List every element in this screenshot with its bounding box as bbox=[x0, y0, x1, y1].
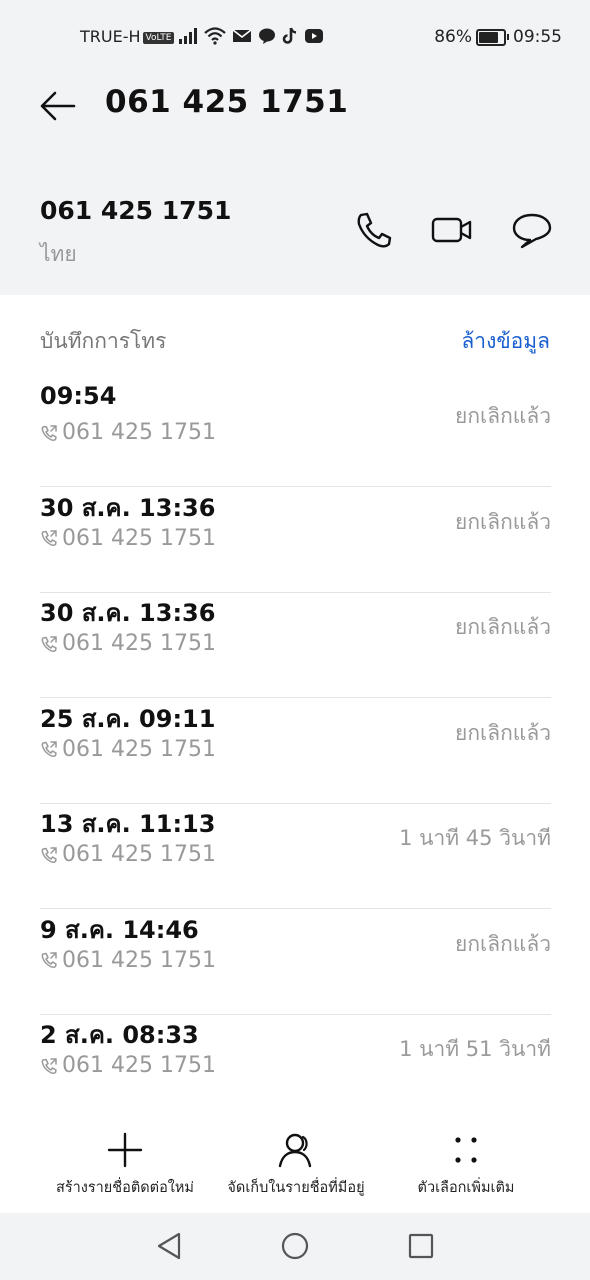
call-time: 13 ส.ค. 11:13 bbox=[40, 810, 216, 838]
call-time: 9 ส.ค. 14:46 bbox=[40, 915, 199, 944]
plus-icon bbox=[107, 1132, 143, 1168]
youtube-icon bbox=[305, 29, 323, 43]
carrier-name: TRUE-H bbox=[80, 27, 141, 46]
system-navigation-bar bbox=[0, 1213, 590, 1280]
call-status: ยกเลิกแล้ว bbox=[455, 509, 551, 534]
battery-percent: 86% bbox=[434, 27, 472, 47]
call-number-text: 061 425 1751 bbox=[62, 842, 216, 867]
call-status: ยกเลิกแล้ว bbox=[455, 404, 551, 428]
call-time: 09:54 bbox=[40, 382, 117, 410]
tiktok-icon bbox=[282, 27, 297, 44]
save-to-existing-button[interactable]: จัดเก็บในรายชื่อที่มีอยู่ bbox=[218, 1132, 374, 1199]
call-log-entry[interactable]: 25 ส.ค. 09:11 061 425 1751 ยกเลิกแล้ว bbox=[40, 699, 551, 804]
nav-recents-icon[interactable] bbox=[407, 1232, 435, 1260]
volte-badge: VoLTE bbox=[142, 32, 175, 44]
call-number: 061 425 1751 bbox=[40, 842, 216, 867]
more-options-button[interactable]: ตัวเลือกเพิ่มเติม bbox=[408, 1132, 524, 1199]
call-number: 061 425 1751 bbox=[40, 737, 216, 762]
outgoing-call-icon bbox=[41, 424, 57, 441]
call-number: 061 425 1751 bbox=[40, 420, 216, 445]
call-number-text: 061 425 1751 bbox=[62, 420, 216, 445]
nav-home-icon[interactable] bbox=[280, 1231, 310, 1261]
call-log-entry[interactable]: 13 ส.ค. 11:13 061 425 1751 1 นาที 45 วินาท… bbox=[40, 804, 551, 909]
call-status: ยกเลิกแล้ว bbox=[455, 615, 551, 639]
call-number-text: 061 425 1751 bbox=[62, 736, 216, 762]
outgoing-call-icon bbox=[41, 635, 57, 652]
call-number-text: 061 425 1751 bbox=[62, 525, 216, 551]
message-icon bbox=[512, 213, 552, 249]
call-time: 25 ส.ค. 09:11 bbox=[40, 704, 216, 733]
call-log-entry[interactable]: 9 ส.ค. 14:46 061 425 1751 ยกเลิกแล้ว bbox=[40, 910, 551, 1015]
phone-icon bbox=[357, 212, 392, 248]
arrow-left-icon bbox=[40, 91, 76, 121]
wifi-icon bbox=[204, 27, 226, 45]
message-button[interactable] bbox=[510, 208, 554, 252]
status-right: 86% 09:55 bbox=[434, 27, 562, 47]
call-status: 1 นาที 45 วินาที bbox=[399, 826, 551, 850]
call-number: 061 425 1751 bbox=[40, 631, 216, 656]
carrier-label: TRUE-H VoLTE bbox=[80, 27, 175, 46]
call-status: 1 นาที 51 วินาที bbox=[399, 1037, 551, 1061]
outgoing-call-icon bbox=[41, 846, 57, 863]
outgoing-call-icon bbox=[41, 1057, 57, 1074]
call-number: 061 425 1751 bbox=[40, 948, 216, 973]
status-bar: TRUE-H VoLTE 86% 09:55 bbox=[0, 0, 590, 72]
nav-back-icon[interactable] bbox=[155, 1231, 183, 1261]
call-log-entry[interactable]: 2 ส.ค. 08:33 061 425 1751 1 นาที 51 วินาที bbox=[40, 1015, 551, 1120]
call-log-heading: บันทึกการโทร bbox=[40, 329, 167, 353]
battery-level-fill bbox=[479, 31, 498, 43]
call-number: 061 425 1751 bbox=[40, 526, 216, 551]
call-log-entry[interactable]: 30 ส.ค. 13:36 061 425 1751 ยกเลิกแล้ว bbox=[40, 593, 551, 698]
outgoing-call-icon bbox=[41, 741, 57, 757]
video-call-icon bbox=[431, 217, 472, 243]
clear-history-button[interactable]: ล้างข้อมูล bbox=[461, 325, 550, 358]
status-icons bbox=[178, 24, 324, 48]
create-contact-label: สร้างรายชื่อติดต่อใหม่ bbox=[56, 1180, 194, 1196]
mail-icon bbox=[232, 29, 252, 42]
contact-number: 061 425 1751 bbox=[40, 196, 232, 225]
more-dots-icon bbox=[455, 1137, 477, 1163]
page-title: 061 425 1751 bbox=[105, 84, 349, 120]
call-number: 061 425 1751 bbox=[40, 1053, 216, 1078]
call-log-entry[interactable]: 30 ส.ค. 13:36 061 425 1751 ยกเลิกแล้ว bbox=[40, 488, 551, 593]
battery-icon bbox=[476, 28, 506, 46]
signal-icon bbox=[179, 28, 197, 44]
save-to-existing-label: จัดเก็บในรายชื่อที่มีอยู่ bbox=[227, 1180, 365, 1196]
outgoing-call-icon bbox=[41, 952, 57, 968]
call-number-text: 061 425 1751 bbox=[62, 947, 216, 973]
video-call-button[interactable] bbox=[430, 208, 474, 252]
battery-tip bbox=[507, 34, 509, 40]
back-button[interactable] bbox=[38, 88, 78, 124]
call-status: ยกเลิกแล้ว bbox=[455, 720, 551, 745]
call-time: 2 ส.ค. 08:33 bbox=[40, 1021, 199, 1049]
outgoing-call-icon bbox=[41, 530, 57, 546]
call-status: ยกเลิกแล้ว bbox=[455, 931, 551, 956]
chat-bubble-icon bbox=[259, 28, 275, 44]
call-time: 30 ส.ค. 13:36 bbox=[40, 493, 216, 522]
contact-country: ไทย bbox=[40, 242, 77, 266]
contact-person-icon bbox=[278, 1133, 312, 1168]
create-contact-button[interactable]: สร้างรายชื่อติดต่อใหม่ bbox=[48, 1132, 202, 1199]
clock: 09:55 bbox=[513, 27, 562, 47]
call-number-text: 061 425 1751 bbox=[62, 631, 216, 656]
more-options-label: ตัวเลือกเพิ่มเติม bbox=[417, 1180, 515, 1196]
call-number-text: 061 425 1751 bbox=[62, 1053, 216, 1078]
call-button[interactable] bbox=[352, 208, 396, 252]
call-log-entry[interactable]: 09:54 061 425 1751 ยกเลิกแล้ว bbox=[40, 382, 551, 487]
call-time: 30 ส.ค. 13:36 bbox=[40, 599, 216, 627]
